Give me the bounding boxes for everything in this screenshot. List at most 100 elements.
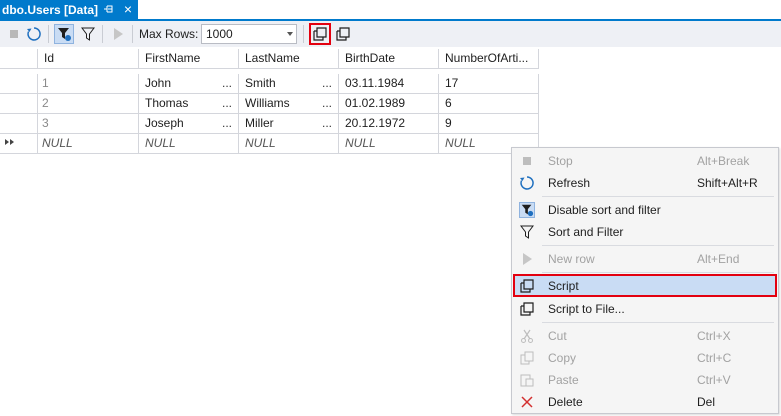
menu-item-shortcut: Ctrl+X: [697, 329, 731, 343]
delete-icon: [519, 394, 535, 410]
menu-item-stop[interactable]: Stop Alt+Break: [514, 150, 776, 172]
cell-value: Williams: [245, 96, 290, 110]
cell-value: Thomas: [145, 96, 189, 110]
id-cell[interactable]: 3: [38, 114, 139, 134]
firstname-cell[interactable]: Joseph...: [139, 114, 239, 134]
lastname-cell[interactable]: Williams...: [239, 94, 339, 114]
filter-icon: [519, 224, 535, 240]
birthdate-cell[interactable]: 01.02.1989: [339, 94, 439, 114]
script-button[interactable]: [309, 23, 331, 45]
menu-item-new-row[interactable]: New row Alt+End: [514, 248, 776, 270]
column-header-numberofarticles[interactable]: NumberOfArti...: [439, 49, 539, 69]
cut-icon: [519, 328, 535, 344]
ellipsis-icon: ...: [321, 76, 332, 90]
menu-item-label: New row: [548, 252, 595, 266]
firstname-cell[interactable]: John...: [139, 74, 239, 94]
toolbar-separator: [102, 25, 103, 43]
menu-item-sort-filter[interactable]: Sort and Filter: [514, 221, 776, 243]
document-tab-strip: dbo.Users [Data] ×: [0, 0, 781, 21]
id-cell[interactable]: 2: [38, 94, 139, 114]
stop-icon: [519, 153, 535, 169]
column-header-firstname[interactable]: FirstName: [139, 49, 239, 69]
chevron-down-icon[interactable]: [287, 32, 293, 36]
menu-item-shortcut: Alt+Break: [697, 154, 750, 168]
menu-item-shortcut: Ctrl+C: [697, 351, 732, 365]
close-tab-icon[interactable]: ×: [121, 1, 135, 17]
birthdate-cell[interactable]: NULL: [339, 134, 439, 154]
menu-item-label: Stop: [548, 154, 573, 168]
toolbar-separator: [48, 25, 49, 43]
toolbar-separator: [132, 25, 133, 43]
articles-cell[interactable]: 6: [439, 94, 539, 114]
script-to-file-button[interactable]: [333, 24, 353, 44]
new-row-button[interactable]: [108, 24, 128, 44]
articles-cell[interactable]: 9: [439, 114, 539, 134]
id-cell[interactable]: 1: [38, 74, 139, 94]
row-selector[interactable]: [0, 74, 38, 94]
pin-icon[interactable]: [103, 3, 115, 15]
stop-button[interactable]: [4, 24, 24, 44]
script-icon: [519, 278, 535, 294]
refresh-button[interactable]: [24, 24, 44, 44]
sort-filter-button[interactable]: [78, 24, 98, 44]
ellipsis-icon: ...: [221, 76, 232, 90]
menu-item-script-to-file[interactable]: Script to File...: [514, 298, 776, 320]
menu-item-label: Script: [548, 279, 579, 293]
menu-item-disable-sort-filter[interactable]: Disable sort and filter: [514, 199, 776, 221]
lastname-cell[interactable]: Smith...: [239, 74, 339, 94]
birthdate-cell[interactable]: 20.12.1972: [339, 114, 439, 134]
disable-filter-icon: [519, 202, 535, 218]
menu-item-label: Refresh: [548, 176, 591, 190]
cell-value: Joseph: [145, 116, 184, 130]
articles-cell[interactable]: 17: [439, 74, 539, 94]
lastname-cell[interactable]: NULL: [239, 134, 339, 154]
id-cell[interactable]: NULL: [38, 134, 139, 154]
column-header-birthdate[interactable]: BirthDate: [339, 49, 439, 69]
row-selector[interactable]: [0, 114, 38, 134]
column-header-id[interactable]: Id: [38, 49, 139, 69]
menu-separator: [542, 322, 774, 323]
menu-separator: [542, 196, 774, 197]
cell-value: John: [145, 76, 172, 90]
new-row-icon: [519, 251, 535, 267]
new-row-indicator-icon[interactable]: [0, 134, 38, 154]
menu-item-script[interactable]: Script: [513, 274, 777, 297]
menu-item-shortcut: Ctrl+V: [697, 373, 731, 387]
menu-item-shortcut: Alt+End: [697, 252, 740, 266]
menu-item-label: Cut: [548, 329, 567, 343]
menu-item-label: Paste: [548, 373, 579, 387]
lastname-cell[interactable]: Miller...: [239, 114, 339, 134]
menu-item-delete[interactable]: Delete Del: [514, 391, 776, 413]
firstname-cell[interactable]: NULL: [139, 134, 239, 154]
menu-separator: [542, 272, 774, 273]
menu-item-label: Sort and Filter: [548, 225, 624, 239]
menu-item-label: Delete: [548, 395, 583, 409]
menu-item-shortcut: Shift+Alt+R: [697, 176, 758, 190]
menu-item-cut[interactable]: Cut Ctrl+X: [514, 325, 776, 347]
menu-item-copy[interactable]: Copy Ctrl+C: [514, 347, 776, 369]
document-tab[interactable]: dbo.Users [Data] ×: [0, 0, 138, 19]
refresh-icon: [519, 175, 535, 191]
paste-icon: [519, 372, 535, 388]
script-to-file-icon: [519, 301, 535, 317]
menu-item-paste[interactable]: Paste Ctrl+V: [514, 369, 776, 391]
max-rows-label: Max Rows:: [139, 27, 199, 41]
firstname-cell[interactable]: Thomas...: [139, 94, 239, 114]
context-menu: Stop Alt+Break Refresh Shift+Alt+R Disab…: [511, 147, 779, 414]
column-header-lastname[interactable]: LastName: [239, 49, 339, 69]
toolbar-separator: [303, 25, 304, 43]
row-selector[interactable]: [0, 94, 38, 114]
max-rows-combobox[interactable]: 1000: [201, 24, 297, 44]
corner-header[interactable]: [0, 49, 38, 69]
cell-value: Smith: [245, 76, 276, 90]
ellipsis-icon: ...: [221, 96, 232, 110]
menu-item-label: Disable sort and filter: [548, 203, 661, 217]
menu-separator: [542, 245, 774, 246]
birthdate-cell[interactable]: 03.11.1984: [339, 74, 439, 94]
data-toolbar: Max Rows: 1000: [0, 21, 781, 47]
disable-sort-filter-button[interactable]: [54, 24, 74, 44]
menu-item-label: Copy: [548, 351, 577, 365]
ellipsis-icon: ...: [321, 116, 332, 130]
menu-item-refresh[interactable]: Refresh Shift+Alt+R: [514, 172, 776, 194]
menu-item-shortcut: Del: [697, 395, 716, 409]
